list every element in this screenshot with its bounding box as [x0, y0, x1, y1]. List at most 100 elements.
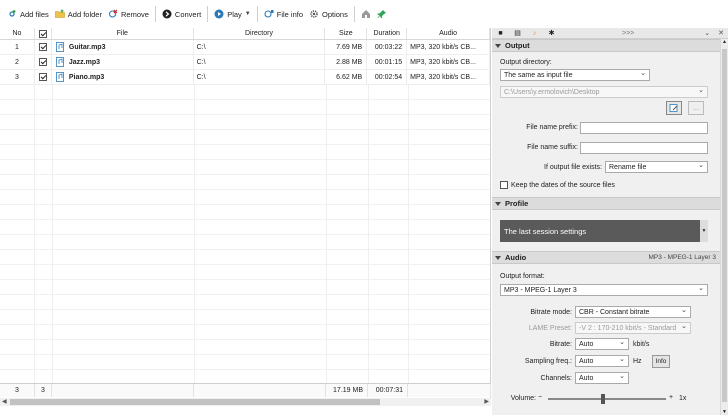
convert-icon — [162, 9, 172, 19]
empty-rows-area — [0, 85, 490, 389]
convert-button[interactable]: Convert — [159, 4, 204, 24]
row-checkbox-cell — [35, 40, 52, 54]
audio-file-icon — [55, 72, 64, 82]
footer-blank — [408, 384, 491, 397]
play-button[interactable]: Play ▼ — [211, 4, 254, 24]
column-header-check[interactable] — [35, 28, 52, 39]
duration-cell: 00:02:54 — [367, 70, 408, 84]
tab-video-icon[interactable]: ■ — [496, 29, 505, 38]
remove-label: Remove — [120, 9, 149, 19]
audio-format-summary: MP3 - MPEG-1 Layer 3 — [648, 254, 716, 261]
total-size: 17.19 MB — [326, 384, 368, 397]
column-header-audio[interactable]: Audio — [407, 28, 491, 39]
chevron-down-icon[interactable]: ⌄ — [704, 29, 710, 37]
prefix-label: File name prefix: — [526, 124, 578, 131]
footer-blank — [52, 384, 194, 397]
column-header-file[interactable]: File — [52, 28, 194, 39]
lame-preset-select[interactable]: -V 2 : 170-210 kbit/s - Standard — [575, 322, 691, 334]
remove-button[interactable]: Remove — [105, 4, 152, 24]
file-list-header: No File Directory Size Duration Audio — [0, 28, 491, 40]
column-header-size[interactable]: Size — [325, 28, 368, 39]
channels-label: Channels: — [540, 375, 572, 382]
scrollbar-thumb[interactable] — [10, 399, 380, 405]
pin-icon — [377, 10, 386, 18]
table-row[interactable]: 3 Piano.mp3 C:\ 6.62 MB 00:02:54 MP3, 32… — [0, 70, 490, 85]
profile-section-header[interactable]: Profile — [492, 197, 720, 210]
table-row[interactable]: 2 Jazz.mp3 C:\ 2.88 MB 00:01:15 MP3, 320… — [0, 55, 490, 70]
add-files-icon — [9, 10, 16, 17]
tab-music-icon[interactable]: ♪ — [530, 29, 539, 38]
tab-gear-icon[interactable]: ✱ — [547, 29, 556, 38]
panel-nav-arrows[interactable]: >>> — [622, 30, 634, 37]
row-checkbox[interactable] — [38, 58, 47, 66]
volume-minus[interactable]: − — [538, 394, 542, 401]
audio-cell: MP3, 320 kbit/s CB... — [407, 55, 490, 69]
panel-window-controls: ⌄ ✕ — [704, 29, 724, 37]
file-name: Jazz.mp3 — [68, 58, 101, 66]
row-number: 3 — [0, 70, 35, 84]
file-cell: Guitar.mp3 — [52, 40, 194, 54]
table-row[interactable]: 1 Guitar.mp3 C:\ 7.69 MB 00:03:22 MP3, 3… — [0, 40, 490, 55]
keep-dates-option[interactable]: Keep the dates of the source files — [500, 181, 615, 189]
bitrate-select[interactable]: Auto — [575, 338, 629, 350]
output-format-select[interactable]: MP3 - MPEG-1 Layer 3 — [500, 284, 708, 296]
audio-file-icon — [55, 57, 64, 67]
volume-slider-track[interactable] — [548, 394, 666, 404]
close-icon[interactable]: ✕ — [718, 29, 724, 37]
home-icon — [361, 10, 370, 18]
suffix-input[interactable] — [580, 142, 708, 154]
column-header-directory[interactable]: Directory — [194, 28, 326, 39]
output-directory-label: Output directory: — [500, 59, 552, 66]
output-section-header[interactable]: Output — [492, 39, 728, 52]
row-checkbox[interactable] — [38, 73, 47, 81]
row-checkbox[interactable] — [38, 43, 47, 51]
column-header-duration[interactable]: Duration — [367, 28, 408, 39]
add-folder-button[interactable]: Add folder — [52, 4, 105, 24]
duration-cell: 00:01:15 — [367, 55, 408, 69]
audio-section-header[interactable]: Audio MP3 - MPEG-1 Layer 3 — [492, 251, 720, 264]
pin-button[interactable] — [374, 4, 390, 24]
if-exists-select[interactable]: Rename file — [605, 161, 708, 173]
home-button[interactable] — [358, 4, 374, 24]
total-duration: 00:07:31 — [368, 384, 408, 397]
audio-section-title: Audio — [505, 253, 527, 262]
more-button[interactable]: ... — [688, 101, 704, 115]
chevron-down-icon: ▼ — [700, 220, 708, 242]
keep-dates-checkbox[interactable] — [500, 181, 508, 189]
select-all-checkbox[interactable] — [38, 29, 47, 38]
scroll-down-icon[interactable]: ▼ — [722, 409, 727, 415]
add-files-button[interactable]: Add files — [4, 4, 52, 24]
output-directory-select[interactable]: The same as input file — [500, 69, 650, 81]
channels-select[interactable]: Auto — [575, 372, 629, 384]
scroll-right-icon[interactable]: ▶ — [484, 398, 489, 405]
scrollbar-thumb[interactable] — [722, 49, 727, 402]
column-header-no[interactable]: No — [0, 28, 35, 39]
options-label: Options — [322, 9, 348, 19]
volume-value: 1x — [679, 395, 687, 402]
file-name: Piano.mp3 — [68, 73, 105, 81]
tab-document-icon[interactable]: ▤ — [513, 29, 522, 38]
options-button[interactable]: Options — [306, 4, 351, 24]
chevron-down-icon[interactable]: ▼ — [245, 11, 251, 17]
file-info-icon — [264, 10, 274, 18]
audio-cell: MP3, 320 kbit/s CB... — [407, 40, 490, 54]
volume-slider-thumb[interactable] — [601, 394, 606, 404]
bitrate-label: Bitrate: — [549, 341, 572, 348]
file-info-button[interactable]: File info — [261, 4, 306, 24]
volume-plus[interactable]: + — [669, 394, 673, 401]
horizontal-scrollbar[interactable]: ◀ ▶ — [0, 398, 491, 406]
output-path-field[interactable]: C:\Users\y.ermolovich\Desktop — [500, 86, 708, 98]
sampling-unit: Hz — [633, 358, 642, 365]
toolbar-divider — [207, 6, 209, 22]
bitrate-mode-select[interactable]: CBR - Constant bitrate — [575, 306, 691, 318]
profile-select[interactable]: The last session settings ▼ — [500, 220, 708, 242]
panel-vertical-scrollbar[interactable]: ▲ ▼ — [720, 39, 728, 415]
sampling-select[interactable]: Auto — [575, 355, 629, 367]
scroll-left-icon[interactable]: ◀ — [2, 398, 7, 405]
browse-folder-button[interactable] — [666, 101, 682, 115]
scroll-up-icon[interactable]: ▲ — [722, 39, 727, 45]
size-cell: 2.88 MB — [325, 55, 368, 69]
info-button[interactable]: Info — [652, 355, 670, 368]
prefix-input[interactable] — [580, 122, 708, 134]
play-label: Play — [227, 9, 242, 19]
